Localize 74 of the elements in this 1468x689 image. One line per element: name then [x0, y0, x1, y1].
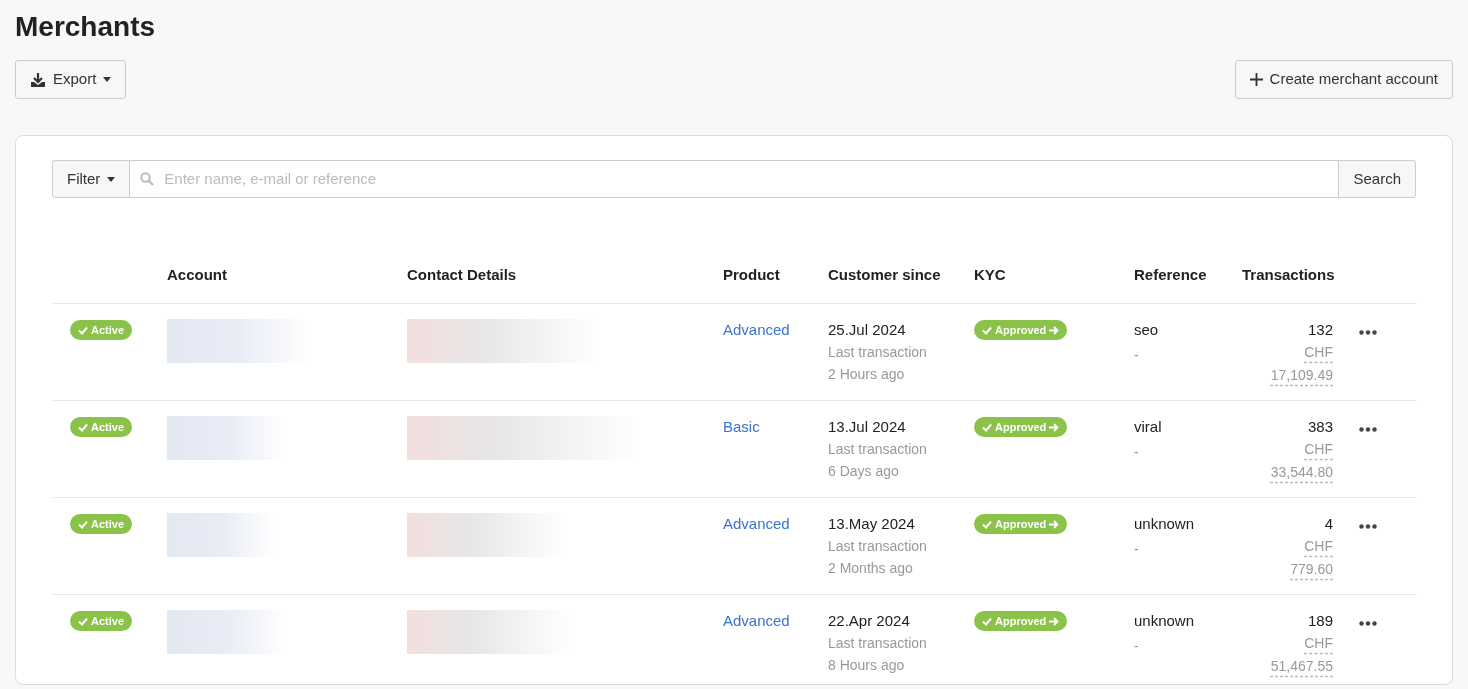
check-icon — [78, 422, 88, 432]
search-button[interactable]: Search — [1338, 160, 1416, 198]
reference-text: viral — [1134, 416, 1163, 437]
arrow-icon — [1049, 325, 1060, 335]
status-label: Active — [91, 614, 125, 628]
transaction-count: 132 — [1306, 319, 1333, 340]
more-options-icon[interactable] — [1359, 620, 1377, 626]
last-transaction-time: 2 Hours ago — [828, 365, 906, 384]
status-label: Active — [91, 323, 125, 337]
transaction-count: 383 — [1306, 416, 1333, 437]
search-icon — [140, 172, 155, 186]
customer-since-date: 22.Apr 2024 — [828, 610, 911, 631]
caret-icon — [103, 77, 112, 82]
column-header: KYC — [974, 266, 1006, 283]
check-icon — [78, 616, 88, 626]
plus-icon — [1249, 73, 1263, 86]
column-header: Customer since — [828, 266, 941, 283]
arrow-icon — [1049, 422, 1060, 432]
last-transaction-time: 8 Hours ago — [828, 656, 906, 675]
last-transaction-label: Last transaction — [828, 537, 928, 556]
transaction-count: 4 — [1323, 513, 1333, 534]
reference-text: unknown — [1134, 610, 1196, 631]
last-transaction-label: Last transaction — [828, 440, 928, 459]
last-transaction-label: Last transaction — [828, 343, 928, 362]
column-header: Contact Details — [407, 266, 517, 283]
check-icon — [78, 519, 88, 529]
status-label: Active — [91, 420, 125, 434]
product-link[interactable]: Advanced — [723, 320, 790, 338]
reference-note: - — [1134, 346, 1140, 365]
column-header: Reference — [1134, 266, 1207, 283]
last-transaction-time: 2 Months ago — [828, 559, 914, 578]
transaction-amount: CHF 33,544.80 — [1269, 440, 1333, 482]
column-header: Transactions — [1242, 266, 1335, 283]
export-button[interactable]: Export — [15, 60, 127, 99]
page-title: Merchants — [15, 10, 157, 44]
transaction-amount: CHF 17,109.49 — [1269, 343, 1333, 385]
download-icon — [30, 71, 46, 88]
check-icon — [78, 325, 88, 335]
product-link[interactable]: Advanced — [723, 514, 790, 532]
product-link[interactable]: Basic — [723, 417, 760, 435]
reference-text: seo — [1134, 319, 1160, 340]
more-icon — [1359, 620, 1377, 626]
column-header: Account — [167, 266, 227, 283]
transaction-amount: CHF 51,467.55 — [1269, 634, 1333, 676]
caret-icon — [107, 176, 116, 182]
status-label: Active — [91, 517, 125, 531]
last-transaction-label: Last transaction — [828, 634, 928, 653]
transaction-count: 189 — [1306, 610, 1333, 631]
reference-note: - — [1134, 540, 1140, 559]
check-icon — [982, 325, 992, 335]
reference-note: - — [1134, 637, 1140, 656]
reference-note: - — [1134, 443, 1140, 462]
search-field[interactable]: Enter name, e-mail or reference — [130, 160, 1339, 198]
more-icon — [1359, 523, 1377, 529]
product-link[interactable]: Advanced — [723, 611, 790, 629]
more-options-icon[interactable] — [1359, 523, 1377, 529]
more-options-icon[interactable] — [1359, 426, 1377, 432]
more-icon — [1359, 426, 1377, 432]
create-merchant-button[interactable]: Create merchant account — [1234, 60, 1453, 99]
customer-since-date: 13.Jul 2024 — [828, 416, 907, 437]
more-icon — [1359, 329, 1377, 335]
last-transaction-time: 6 Days ago — [828, 462, 900, 481]
reference-text: unknown — [1134, 513, 1196, 534]
customer-since-date: 13.May 2024 — [828, 513, 916, 534]
arrow-icon — [1049, 519, 1060, 529]
arrow-icon — [1049, 616, 1060, 626]
transaction-amount: CHF 779.60 — [1289, 537, 1333, 579]
more-options-icon[interactable] — [1359, 329, 1377, 335]
customer-since-date: 25.Jul 2024 — [828, 319, 907, 340]
check-icon — [982, 616, 992, 626]
filter-button[interactable]: Filter — [52, 160, 131, 198]
column-header: Product — [723, 266, 780, 283]
check-icon — [982, 422, 992, 432]
check-icon — [982, 519, 992, 529]
